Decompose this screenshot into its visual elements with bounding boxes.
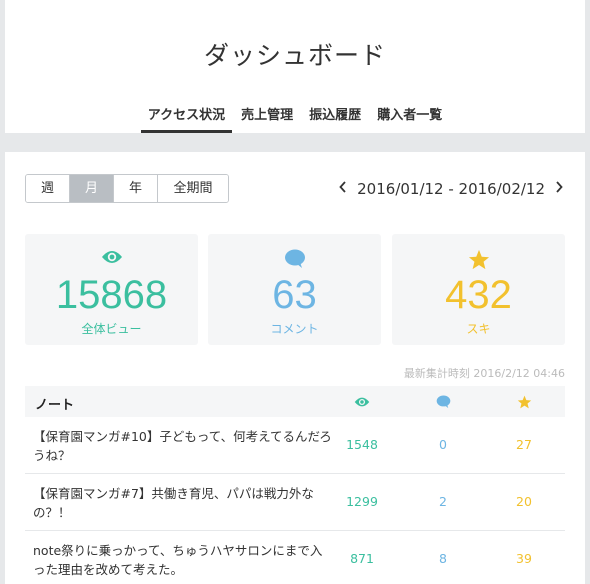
table-row[interactable]: 【保育園マンガ#7】共働き育児、パパは戦力外なの？！ 1299 2 20 bbox=[25, 474, 565, 531]
views-label: 全体ビュー bbox=[81, 322, 142, 336]
eye-icon bbox=[25, 249, 198, 269]
likes-total: 432 bbox=[445, 273, 512, 317]
note-likes: 27 bbox=[516, 437, 532, 452]
access-panel: 週 月 年 全期間 2016/01/12 - 2016/02/12 15868 … bbox=[5, 152, 585, 584]
period-week-button[interactable]: 週 bbox=[26, 175, 70, 202]
note-title[interactable]: 【保育園マンガ#10】子どもって、何考えてるんだろうね？ bbox=[33, 427, 333, 465]
note-views: 1548 bbox=[346, 437, 378, 452]
stats-cards: 15868 全体ビュー 63 コメント 432 スキ bbox=[25, 234, 565, 345]
note-likes: 20 bbox=[516, 494, 532, 509]
note-comments: 8 bbox=[439, 551, 447, 566]
chevron-left-icon[interactable] bbox=[339, 181, 347, 197]
views-total: 15868 bbox=[55, 273, 168, 317]
table-header: ノート bbox=[25, 386, 565, 417]
dashboard-header: ダッシュボード アクセス状況 売上管理 振込履歴 購入者一覧 bbox=[5, 0, 585, 133]
tab-sales[interactable]: 売上管理 bbox=[234, 104, 300, 133]
date-range-nav: 2016/01/12 - 2016/02/12 bbox=[339, 180, 563, 198]
comments-label: コメント bbox=[270, 322, 319, 336]
note-comments: 2 bbox=[439, 494, 447, 509]
period-selector: 週 月 年 全期間 bbox=[25, 174, 229, 203]
note-title[interactable]: 【保育園マンガ#7】共働き育児、パパは戦力外なの？！ bbox=[33, 484, 333, 522]
period-year-button[interactable]: 年 bbox=[114, 175, 158, 202]
column-note: ノート bbox=[35, 398, 75, 413]
tab-access[interactable]: アクセス状況 bbox=[140, 104, 233, 133]
likes-card: 432 スキ bbox=[392, 234, 565, 345]
comments-total: 63 bbox=[272, 273, 317, 317]
note-views: 871 bbox=[350, 551, 374, 566]
star-icon bbox=[516, 394, 532, 410]
eye-icon bbox=[354, 394, 370, 410]
views-card: 15868 全体ビュー bbox=[25, 234, 198, 345]
tab-bar: アクセス状況 売上管理 振込履歴 購入者一覧 bbox=[5, 104, 585, 133]
period-all-button[interactable]: 全期間 bbox=[158, 175, 228, 202]
notes-table: ノート 【保育園マンガ#10】子どもって、何考えてるんだろうね？ 1548 0 … bbox=[25, 386, 565, 584]
date-range-label: 2016/01/12 - 2016/02/12 bbox=[357, 180, 545, 198]
note-comments: 0 bbox=[439, 437, 447, 452]
note-likes: 39 bbox=[516, 551, 532, 566]
tab-transfers[interactable]: 振込履歴 bbox=[302, 104, 368, 133]
tab-buyers[interactable]: 購入者一覧 bbox=[370, 104, 449, 133]
table-row[interactable]: note祭りに乗っかって、ちゅうハヤサロンにまで入った理由を改めて考えた。 87… bbox=[25, 531, 565, 584]
speech-bubble-icon bbox=[435, 394, 451, 410]
last-updated: 最新集計時刻 2016/2/12 04:46 bbox=[403, 367, 565, 380]
chevron-right-icon[interactable] bbox=[555, 181, 563, 197]
note-title[interactable]: note祭りに乗っかって、ちゅうハヤサロンにまで入った理由を改めて考えた。 bbox=[33, 541, 333, 579]
speech-bubble-icon bbox=[208, 249, 381, 269]
page-title: ダッシュボード bbox=[203, 41, 386, 70]
table-row[interactable]: 【保育園マンガ#10】子どもって、何考えてるんだろうね？ 1548 0 27 bbox=[25, 417, 565, 474]
star-icon bbox=[392, 249, 565, 270]
likes-label: スキ bbox=[466, 322, 491, 336]
period-month-button[interactable]: 月 bbox=[70, 175, 114, 202]
comments-card: 63 コメント bbox=[208, 234, 381, 345]
note-views: 1299 bbox=[346, 494, 378, 509]
